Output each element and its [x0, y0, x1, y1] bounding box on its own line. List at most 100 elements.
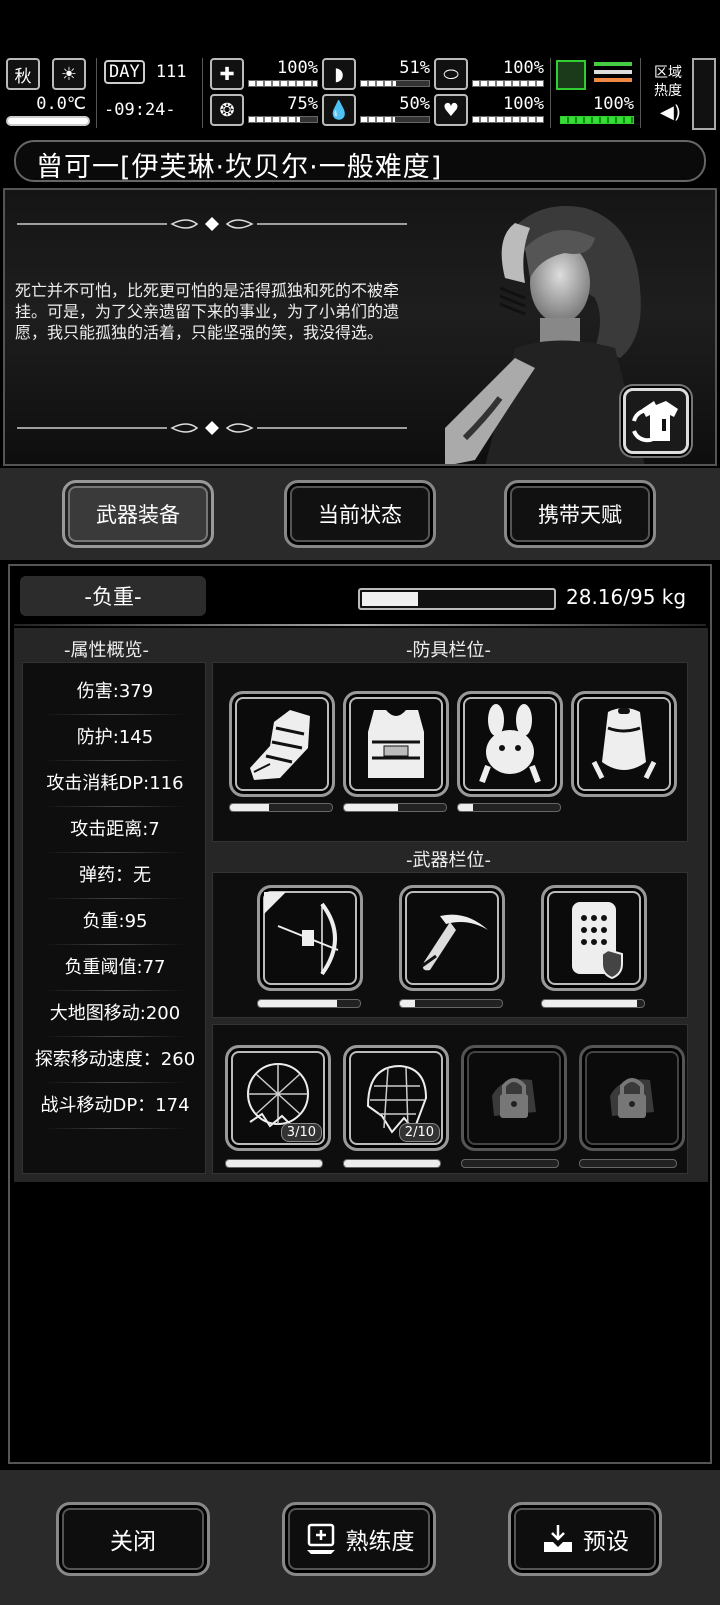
weapon-slot-pickaxe[interactable] — [399, 885, 505, 991]
consumable-slot-locked-2[interactable] — [579, 1045, 685, 1151]
equipment-panel: -负重- 28.16/95 kg -属性概览- -防具栏位- 伤害:379 防护… — [8, 564, 712, 1464]
close-label: 关闭 — [110, 1529, 156, 1555]
gloves-icon — [250, 710, 310, 780]
net-1-durability-bar — [225, 1159, 323, 1168]
mood-value: 100% — [503, 94, 544, 114]
sanity-value: 75% — [287, 94, 318, 114]
season-indicator: 秋 — [6, 58, 40, 90]
sun-icon: ☀ — [52, 58, 86, 90]
speaker-icon[interactable]: ◀) — [660, 102, 681, 123]
zone-heat-meter — [692, 58, 716, 130]
compound-bow-icon — [277, 902, 339, 976]
vest-icon — [368, 710, 424, 778]
attr-damage: 伤害:379 — [23, 677, 207, 715]
bunny-hat-icon — [479, 704, 541, 784]
preset-icon — [544, 1525, 572, 1552]
attributes-list: 伤害:379 防护:145 攻击消耗DP:116 攻击距离:7 弹药：无 负重:… — [22, 662, 206, 1174]
attr-attack-range: 攻击距离:7 — [23, 815, 207, 853]
thirst-bar — [360, 116, 430, 123]
day-value: 111 — [155, 62, 187, 82]
weapon-slot-riot-shield[interactable] — [541, 885, 647, 991]
attr-weight-threshold: 负重阈值:77 — [23, 953, 207, 991]
signal-bars-icon — [594, 62, 632, 88]
net-2-durability-bar — [343, 1159, 441, 1168]
heart-icon: ♥ — [434, 94, 468, 126]
weapon-slots — [212, 872, 688, 1018]
map-signal-icon — [556, 60, 586, 90]
locked-1-durability-bar — [461, 1159, 559, 1168]
tab-bar: 武器装备 当前状态 携带天赋 — [0, 468, 720, 560]
consumable-slot-net-2[interactable]: 2/10 — [343, 1045, 449, 1151]
thirst-value: 50% — [399, 94, 430, 114]
brain-icon: ❂ — [210, 94, 244, 126]
armor-header: -防具栏位- — [406, 640, 491, 661]
weapon-slot-bow[interactable] — [257, 885, 363, 991]
tab-carried-talents[interactable]: 携带天赋 — [504, 480, 656, 548]
armor-slot-gloves[interactable] — [229, 691, 335, 797]
shield-durability-bar — [541, 999, 645, 1008]
attributes-header: -属性概览- — [64, 640, 149, 661]
day-counter: DAY 111 — [104, 60, 196, 88]
change-outfit-button[interactable] — [623, 388, 689, 454]
preset-label: 预设 — [583, 1529, 629, 1555]
attr-combat-move-dp: 战斗移动DP：174 — [23, 1091, 207, 1129]
attr-defense: 防护:145 — [23, 723, 207, 761]
proficiency-button[interactable]: 熟练度 — [282, 1502, 436, 1576]
vest-durability-bar — [343, 803, 447, 812]
weight-label: -负重- — [20, 576, 206, 616]
tab-current-status[interactable]: 当前状态 — [284, 480, 436, 548]
status-bar: 秋 ☀ 0.0℃ DAY 111 -09:24- ✚ 100% ◗ 51% ⬭ … — [0, 56, 720, 132]
bow-durability-bar — [257, 999, 361, 1008]
close-button[interactable]: 关闭 — [56, 1502, 210, 1576]
tab-weapons-equipment[interactable]: 武器装备 — [62, 480, 214, 548]
water-drop-icon: 💧 — [322, 94, 356, 126]
locked-2-durability-bar — [579, 1159, 677, 1168]
armor-slot-headgear[interactable] — [457, 691, 563, 797]
hunger-bar — [360, 80, 430, 87]
consumable-count: 3/10 — [280, 1123, 322, 1142]
pickaxe-durability-bar — [399, 999, 503, 1008]
consumable-slot-locked-1[interactable] — [461, 1045, 567, 1151]
season-label: 秋 — [14, 66, 32, 87]
consumable-slots: 3/10 2/10 — [212, 1024, 688, 1174]
ornament-divider-bottom — [17, 421, 407, 435]
headgear-durability-bar — [457, 803, 561, 812]
attr-carry-weight: 负重:95 — [23, 907, 207, 945]
battery-bar — [560, 116, 634, 124]
sanity-bar — [248, 116, 318, 123]
hunger-value: 51% — [399, 58, 430, 78]
battery-value: 100% — [593, 94, 634, 114]
divider — [14, 624, 706, 626]
pill-icon: ⬭ — [434, 58, 468, 90]
riot-shield-icon — [572, 902, 623, 980]
medkit-icon: ✚ — [210, 58, 244, 90]
attr-world-map-move: 大地图移动:200 — [23, 999, 207, 1037]
consumable-count: 2/10 — [398, 1123, 440, 1142]
outfit-swap-icon — [632, 401, 678, 443]
clock-time: -09:24- — [104, 100, 176, 120]
armor-slots — [212, 662, 688, 842]
character-title: 曾可一[伊芙琳·坎贝尔·一般难度] — [36, 152, 443, 183]
character-title-bar: 曾可一[伊芙琳·坎贝尔·一般难度] — [14, 140, 706, 183]
ornament-divider-top — [17, 217, 407, 231]
attr-attack-dp-cost: 攻击消耗DP:116 — [23, 769, 207, 807]
attr-ammo: 弹药：无 — [23, 861, 207, 899]
equipment-sections: -属性概览- -防具栏位- 伤害:379 防护:145 攻击消耗DP:116 攻… — [14, 628, 708, 1182]
mood-bar — [472, 116, 544, 123]
consumable-slot-net-1[interactable]: 3/10 — [225, 1045, 331, 1151]
temperature-value: 0.0℃ — [36, 94, 86, 114]
thermometer-icon — [6, 116, 90, 126]
pickaxe-icon — [421, 914, 488, 971]
stamina-value: 100% — [503, 58, 544, 78]
armor-slot-backpack[interactable] — [571, 691, 677, 797]
gloves-durability-bar — [229, 803, 333, 812]
stamina-bar — [472, 80, 544, 87]
lock-icon — [492, 1078, 536, 1118]
proficiency-label: 熟练度 — [345, 1529, 415, 1555]
weight-progress-bar — [358, 588, 556, 610]
preset-button[interactable]: 预设 — [508, 1502, 662, 1576]
zone-heat-label: 区域热度 — [654, 65, 682, 99]
armor-slot-vest[interactable] — [343, 691, 449, 797]
weight-value: 28.16/95 kg — [566, 585, 687, 609]
attr-explore-speed: 探索移动速度：260 — [23, 1045, 207, 1083]
